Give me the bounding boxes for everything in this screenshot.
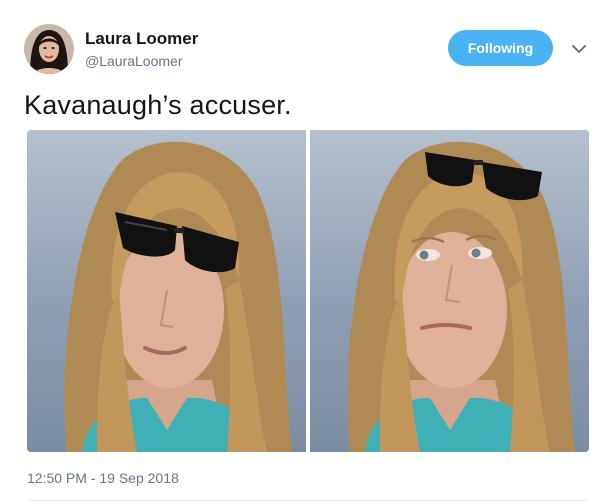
- media-photo-right[interactable]: [310, 130, 589, 452]
- user-display-name[interactable]: Laura Loomer: [85, 29, 198, 49]
- divider: [27, 500, 589, 501]
- avatar[interactable]: [24, 24, 74, 74]
- woman-sunglasses-on-head-photo: [310, 130, 589, 452]
- user-handle[interactable]: @LauraLoomer: [85, 53, 183, 69]
- following-button[interactable]: Following: [448, 30, 553, 66]
- woman-with-sunglasses-photo: [27, 130, 306, 452]
- avatar-image: [24, 24, 74, 74]
- tweet-timestamp[interactable]: 12:50 PM - 19 Sep 2018: [27, 470, 179, 486]
- tweet-header: Laura Loomer @LauraLoomer Following: [24, 24, 594, 76]
- media-photo-left[interactable]: [27, 130, 306, 452]
- tweet-text: Kavanaugh’s accuser.: [24, 90, 292, 120]
- tweet-media[interactable]: [27, 130, 589, 452]
- chevron-down-icon[interactable]: [568, 38, 590, 60]
